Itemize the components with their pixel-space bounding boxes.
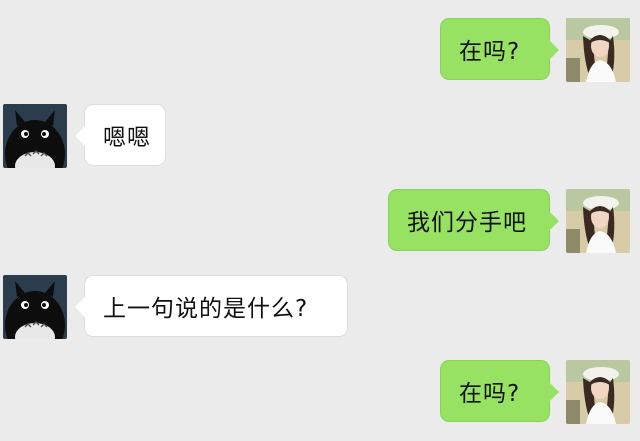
message-row-outgoing: 在吗? bbox=[0, 18, 640, 82]
girl-avatar-icon[interactable] bbox=[566, 189, 630, 253]
message-bubble-outgoing[interactable]: 在吗? bbox=[440, 18, 559, 80]
message-bubble-incoming[interactable]: 嗯嗯 bbox=[75, 104, 166, 166]
girl-avatar-icon[interactable] bbox=[566, 360, 630, 424]
message-row-incoming: 上一句说的是什么? bbox=[0, 275, 640, 339]
message-row-incoming: 嗯嗯 bbox=[0, 104, 640, 168]
girl-avatar-icon[interactable] bbox=[566, 18, 630, 82]
message-row-outgoing: 在吗? bbox=[0, 360, 640, 424]
message-bubble-incoming[interactable]: 上一句说的是什么? bbox=[75, 275, 348, 337]
message-bubble-outgoing[interactable]: 我们分手吧 bbox=[388, 189, 559, 251]
totoro-avatar-icon[interactable] bbox=[3, 275, 67, 339]
message-row-outgoing: 我们分手吧 bbox=[0, 189, 640, 253]
totoro-avatar-icon[interactable] bbox=[3, 104, 67, 168]
message-bubble-outgoing[interactable]: 在吗? bbox=[440, 360, 559, 422]
chat-conversation: 在吗? 嗯嗯 我们分手吧 上一句说的是什么? 在吗? bbox=[0, 0, 640, 441]
